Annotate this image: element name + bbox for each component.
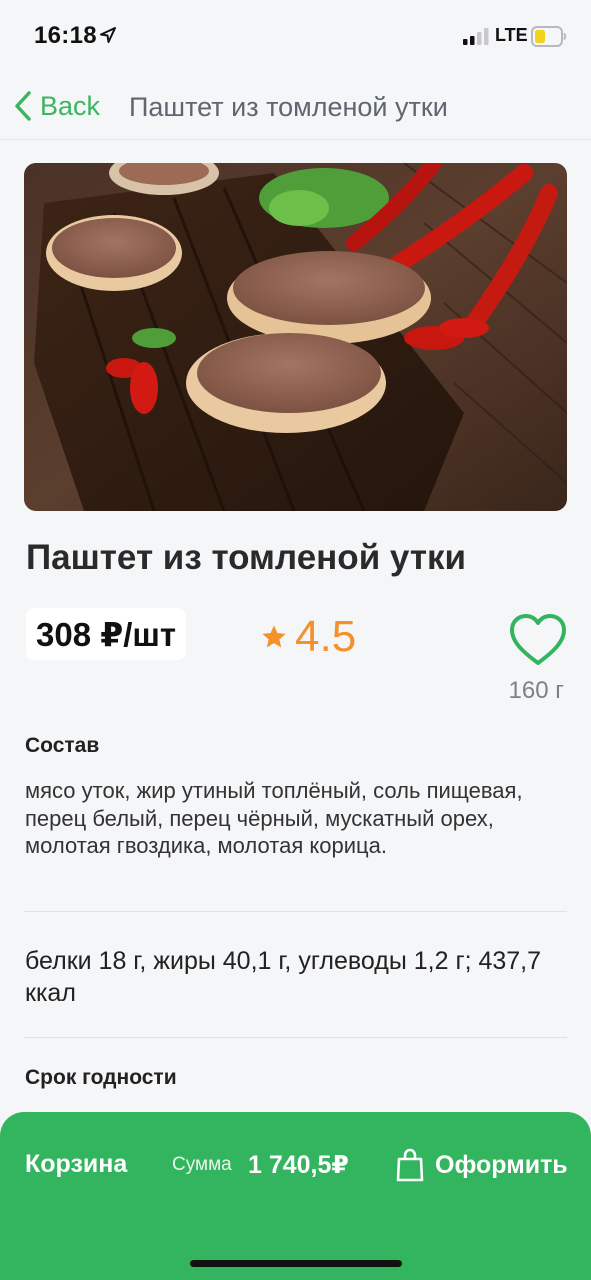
- cart-bar: Корзина Сумма 1 740,5₽ Оформить: [0, 1112, 591, 1280]
- price-value: 308 ₽/шт: [36, 615, 177, 653]
- checkout-button[interactable]: Оформить: [396, 1145, 568, 1185]
- divider: [24, 1037, 567, 1038]
- cart-button[interactable]: Корзина: [25, 1150, 127, 1179]
- back-label: Back: [40, 90, 101, 121]
- nutrition-text: белки 18 г, жиры 40,1 г, углеводы 1,2 г;…: [25, 947, 542, 1007]
- sum-label: Сумма: [172, 1154, 232, 1175]
- network-type: LTE: [495, 25, 528, 45]
- status-bar: 16:18 LTE: [0, 0, 591, 72]
- divider: [24, 911, 567, 912]
- nav-title: Паштет из томленой утки: [129, 92, 448, 122]
- product-weight: 160 г: [508, 677, 564, 704]
- status-time: 16:18: [34, 22, 97, 49]
- product-title: Паштет из томленой утки: [26, 538, 466, 577]
- back-button[interactable]: Back: [12, 86, 100, 126]
- heart-icon[interactable]: [507, 612, 569, 668]
- composition-label: Состав: [25, 734, 100, 757]
- location-arrow-icon: [100, 27, 116, 43]
- shelf-life-label: Срок годности: [25, 1066, 177, 1089]
- navigation-bar: Back Паштет из томленой утки: [0, 72, 591, 140]
- composition-text: мясо уток, жир утиный топлёный, соль пищ…: [25, 778, 523, 858]
- product-photo: [24, 163, 567, 511]
- shopping-bag-icon: [396, 1148, 424, 1182]
- battery-icon: [531, 26, 567, 47]
- signal-icon: [463, 28, 489, 45]
- checkout-label: Оформить: [435, 1150, 568, 1179]
- rating-value: 4.5: [295, 612, 357, 661]
- price-tag: 308 ₽/шт: [26, 608, 187, 660]
- star-icon: [262, 625, 286, 648]
- rating: 4.5: [260, 612, 356, 662]
- chevron-left-icon: [15, 91, 31, 121]
- sum-value: 1 740,5₽: [248, 1151, 349, 1179]
- home-indicator: [190, 1260, 402, 1267]
